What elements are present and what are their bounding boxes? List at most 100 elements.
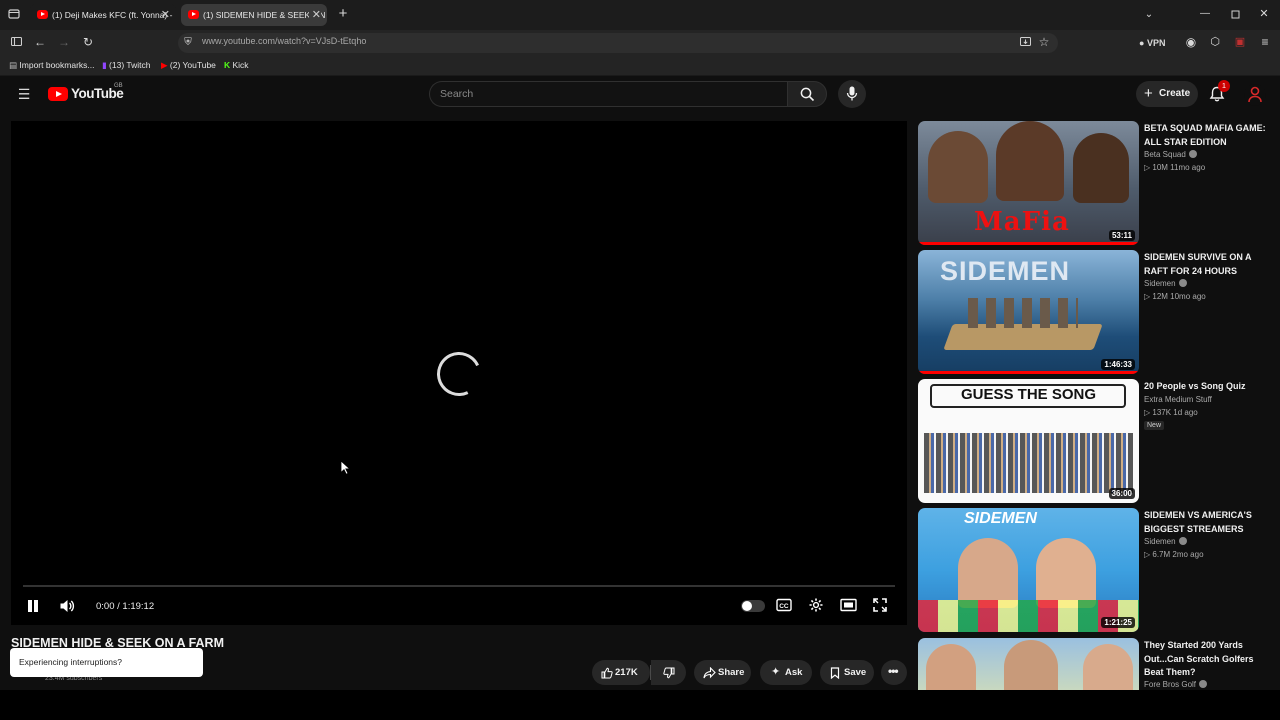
bookmark-youtube[interactable]: ▶ (2) YouTube xyxy=(161,60,216,71)
thumbnail-text: SIDEMEN xyxy=(940,256,1071,286)
install-app-icon[interactable] xyxy=(1019,36,1031,50)
save-label: Save xyxy=(844,667,867,678)
sidebar-thumbnail[interactable]: MaFia 53:11 xyxy=(918,121,1139,245)
search-button[interactable] xyxy=(787,81,827,107)
hamburger-menu-icon[interactable]: ☰ xyxy=(16,87,32,101)
ask-button[interactable]: ✦ Ask xyxy=(760,660,812,685)
bookmark-kick[interactable]: K Kick xyxy=(224,60,249,70)
interruptions-toast[interactable]: Experiencing interruptions? xyxy=(10,648,203,677)
thumbnail-person xyxy=(1073,133,1129,203)
sidebar-channel-name[interactable]: Beta Squad xyxy=(1144,150,1197,159)
pause-button[interactable] xyxy=(24,597,42,615)
browser-menu-icon[interactable]: ≡ xyxy=(1258,35,1272,49)
account-avatar[interactable] xyxy=(1244,84,1266,106)
sidebar-thumbnail[interactable] xyxy=(918,638,1139,690)
close-tab-icon[interactable]: ✕ xyxy=(161,4,170,26)
back-arrow-icon[interactable]: ← xyxy=(33,35,47,49)
theater-mode-button[interactable] xyxy=(840,598,858,614)
bookmark-star-icon[interactable]: ☆ xyxy=(1038,35,1050,49)
volume-button[interactable] xyxy=(58,597,76,615)
close-window-icon[interactable]: ✕ xyxy=(1257,7,1271,21)
kick-icon: K xyxy=(224,60,233,70)
autoplay-knob-icon xyxy=(742,601,752,611)
notifications-button[interactable]: 1 xyxy=(1207,80,1230,104)
youtube-logo-icon xyxy=(48,87,68,101)
sidebar-video-meta: ▷ 12M 10mo ago xyxy=(1144,292,1206,301)
sidebar-video-title[interactable]: BETA SQUAD MAFIA GAME: ALL STAR EDITION xyxy=(1144,122,1274,149)
thumbnail-text: MaFia xyxy=(974,207,1070,237)
sidebar-channel-name[interactable]: Extra Medium Stuff xyxy=(1144,395,1212,404)
sidebar-channel-name[interactable]: Sidemen xyxy=(1144,537,1187,546)
sidebar-channel-name[interactable]: Fore Bros Golf xyxy=(1144,680,1208,689)
tab-search-chevron-icon[interactable]: ⌄ xyxy=(1142,8,1156,22)
svg-text:CC: CC xyxy=(779,603,789,610)
thumbnail-person xyxy=(926,644,976,690)
fullscreen-button[interactable] xyxy=(872,597,890,615)
profile-icon[interactable]: ◉ xyxy=(1184,35,1198,49)
sidebar-thumbnail[interactable]: SIDEMEN 1:46:33 xyxy=(918,250,1139,374)
thumbnail-text: GUESS THE SONG xyxy=(960,386,1097,403)
new-tab-icon[interactable]: + xyxy=(336,6,350,21)
country-code: GB xyxy=(114,83,123,89)
thumbnail-person xyxy=(958,538,1018,608)
sidebar-video-meta: ▷ 137K 1d ago xyxy=(1144,408,1198,417)
thumbnail-person xyxy=(1036,538,1096,608)
dislike-button[interactable] xyxy=(651,660,686,685)
like-button[interactable]: 217K xyxy=(592,660,650,685)
forward-arrow-icon[interactable]: → xyxy=(57,35,71,49)
sidebar-video-title[interactable]: 20 People vs Song Quiz xyxy=(1144,380,1274,394)
sidebar-toggle-icon[interactable] xyxy=(9,36,23,50)
microphone-icon xyxy=(846,86,858,101)
subtitles-button[interactable]: CC xyxy=(776,598,794,614)
theater-mode-icon xyxy=(840,598,857,612)
plus-icon: + xyxy=(1144,85,1153,102)
save-button[interactable]: Save xyxy=(820,660,874,685)
create-button[interactable]: + Create xyxy=(1136,81,1198,107)
autoplay-toggle[interactable] xyxy=(741,600,765,612)
thumbnail-text: SIDEMEN xyxy=(964,510,1037,527)
bookmark-import[interactable]: ▤ Import bookmarks... xyxy=(9,60,95,71)
more-actions-button[interactable]: ••• xyxy=(881,660,907,685)
thumbnail-people xyxy=(924,433,1133,493)
verified-icon xyxy=(1178,279,1187,287)
gear-icon xyxy=(809,598,823,612)
maximize-window-icon[interactable] xyxy=(1228,8,1242,22)
reload-icon[interactable]: ↻ xyxy=(81,35,95,49)
like-count: 217K xyxy=(615,667,638,678)
extensions-icon[interactable]: ⬡ xyxy=(1208,35,1222,49)
settings-button[interactable] xyxy=(808,597,826,615)
sidebar-video-title[interactable]: SIDEMEN SURVIVE ON A RAFT FOR 24 HOURS xyxy=(1144,251,1274,278)
fullscreen-icon xyxy=(873,598,887,612)
video-duration: 36:00 xyxy=(1108,488,1135,499)
sidebar-thumbnail[interactable]: GUESS THE SONG 36:00 xyxy=(918,379,1139,503)
url-text[interactable]: www.youtube.com/watch?v=VJsD-tEtqho xyxy=(202,36,366,46)
notification-count-badge: 1 xyxy=(1218,80,1230,92)
close-tab-icon[interactable]: ✕ xyxy=(308,4,321,26)
sidebar-channel-name[interactable]: Sidemen xyxy=(1144,279,1187,288)
voice-search-button[interactable] xyxy=(838,80,866,108)
bookmark-save-icon xyxy=(830,667,840,679)
search-input[interactable]: Search xyxy=(429,81,787,107)
verified-icon xyxy=(1188,150,1197,158)
share-button[interactable]: Share xyxy=(694,660,751,685)
tab-manager-icon[interactable] xyxy=(7,8,21,23)
thumbnail-person xyxy=(1083,644,1133,690)
sidebar-thumbnail[interactable]: SIDEMEN 1:21:25 xyxy=(918,508,1139,632)
progress-bar[interactable] xyxy=(23,585,895,587)
bookmark-twitch[interactable]: ▮ (13) Twitch xyxy=(102,60,150,71)
vpn-icon[interactable]: ● VPN xyxy=(1139,36,1175,50)
thumbnail-person xyxy=(928,131,988,203)
sidebar-video-title[interactable]: SIDEMEN VS AMERICA'S BIGGEST STREAMERS xyxy=(1144,509,1274,536)
mouse-cursor-icon xyxy=(340,460,351,480)
site-info-icon[interactable]: ⛨ xyxy=(182,36,194,50)
new-badge: New xyxy=(1144,421,1165,430)
minimize-window-icon[interactable]: — xyxy=(1198,7,1212,21)
tab-deji-kfc[interactable]: (1) Deji Makes KFC (ft. Yonna) - ✕ xyxy=(30,4,176,26)
extension-badge-icon[interactable]: ▣ xyxy=(1233,35,1247,49)
thumbnail-person xyxy=(996,121,1064,201)
tab-sidemen-hide-seek[interactable]: (1) SIDEMEN HIDE & SEEK ON A ✕ xyxy=(181,4,327,26)
thumbnail-progress xyxy=(918,371,1139,374)
pause-icon xyxy=(28,600,32,612)
bottom-band xyxy=(0,690,1280,720)
sidebar-video-title[interactable]: They Started 200 Yards Out...Can Scratch… xyxy=(1144,639,1274,680)
